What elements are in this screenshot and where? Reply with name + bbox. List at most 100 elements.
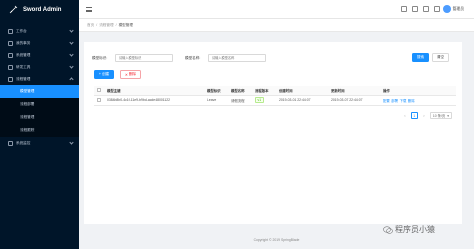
bell-icon[interactable] [434,6,440,12]
model-table: 模型主键 模型标识 模型名称 流程版本 创建时间 更新时间 操作 0384b8b… [94,86,456,106]
menu-toggle-icon[interactable] [86,7,92,12]
sidebar: Sword Admin 工作台 我的事务 系统管理 研发工具 流程管理 模型管理… [0,0,79,249]
reset-button-label: 清空 [436,55,445,59]
create-button-label: + 创建 [98,72,110,76]
tool-icon [8,64,13,70]
download-link[interactable]: 下载 [400,99,407,103]
select-all-header[interactable] [94,86,104,96]
model-id-cell: 0384b8b0-4c1f-11e9-b9bd-acde48001122 [104,95,204,106]
reset-button[interactable]: 清空 [432,53,449,62]
sidebar-item-label: 系统管理 [16,52,31,57]
create-button[interactable]: + 创建 [94,70,114,79]
setting-icon [8,52,13,58]
lock-icon[interactable] [401,6,407,12]
user-name: 管理员 [452,6,464,11]
trash-icon: ✕ [124,72,128,77]
page-size-select[interactable]: 10 条/页 ▾ [429,112,452,119]
breadcrumb-separator: / [115,23,117,27]
column-header: 操作 [380,86,456,96]
model-name-cell: 请假流程 [228,95,252,106]
breadcrumb-current: 模型管理 [118,22,133,27]
column-header: 更新时间 [328,86,380,96]
sidebar-item-label: 研发工具 [16,64,31,69]
sidebar-subitem-label: 流程部署 [20,102,35,106]
created-cell: 2019-03-01 22:44:07 [276,95,328,106]
sidebar-subitem-deploy[interactable]: 流程部署 [0,98,79,111]
chevron-down-icon [69,140,74,145]
select-all-checkbox[interactable] [97,87,101,92]
theme-icon[interactable] [423,6,429,12]
breadcrumb-parent[interactable]: 流程管理 [99,23,113,28]
chevron-up-icon [69,77,74,82]
actions-cell: 配置 部署 下载 删除 [380,95,456,106]
sidebar-item-workbench[interactable]: 工作台 [0,25,79,37]
model-name-input[interactable] [208,54,266,62]
search-button-label: 搜索 [416,55,425,59]
pagination: < 1 > 10 条/页 ▾ [402,112,452,119]
configure-link[interactable]: 配置 [383,99,390,103]
table-header-row: 模型主键 模型标识 模型名称 流程版本 创建时间 更新时间 操作 [94,86,456,96]
sidebar-item-affairs[interactable]: 我的事务 [0,37,79,49]
version-cell: v1 [252,95,276,106]
user-menu[interactable]: 管理员 [442,5,464,13]
page-number[interactable]: 1 [410,112,418,119]
monitor-icon [8,140,13,146]
watermark-text: 程序员小猿 [395,225,435,234]
row-checkbox[interactable] [97,97,101,102]
sidebar-subitem-label: 流程跟踪 [20,128,35,132]
sidebar-subitem-label: 流程管理 [20,115,35,119]
row-select-cell[interactable] [94,95,104,106]
prev-page-button[interactable]: < [402,114,408,118]
brand[interactable]: Sword Admin [0,0,79,19]
model-key-cell: Leave [204,95,228,106]
sidebar-item-system[interactable]: 系统管理 [0,49,79,61]
breadcrumb-separator: / [96,23,98,27]
search-button[interactable]: 搜索 [412,53,429,62]
chevron-down-icon: ▾ [447,113,449,118]
column-header: 模型标识 [204,86,228,96]
column-header: 模型主键 [104,86,204,96]
delete-link[interactable]: 删除 [408,99,415,103]
chevron-down-icon [69,52,74,57]
watermark: 程序员小猿 [383,224,435,235]
brand-title: Sword Admin [23,6,62,13]
column-header: 流程版本 [252,86,276,96]
delete-button-label: 删除 [128,72,137,76]
fullscreen-icon[interactable] [412,6,418,12]
column-header: 模型名称 [228,86,252,96]
table-row[interactable]: 0384b8b0-4c1f-11e9-b9bd-acde48001122 Lea… [94,95,456,106]
sidebar-item-monitor[interactable]: 系统监控 [0,137,79,149]
avatar[interactable] [442,5,451,13]
app: Sword Admin 工作台 我的事务 系统管理 研发工具 流程管理 模型管理… [0,0,474,249]
deploy-link[interactable]: 部署 [391,99,398,103]
chevron-down-icon [69,40,74,45]
sword-icon [9,5,18,14]
sidebar-item-label: 流程管理 [16,76,31,81]
sidebar-subitem-label: 模型管理 [20,89,35,93]
inbox-icon [8,40,13,46]
sidebar-item-label: 工作台 [16,28,27,33]
copyright-text: Copyright © 2019 SpringBlade [253,238,300,242]
sidebar-subitem-track[interactable]: 流程跟踪 [0,124,79,137]
header-tools [401,6,440,12]
delete-button[interactable]: ✕ 删除 [120,70,141,79]
breadcrumb: 首页 / 流程管理 / 模型管理 [79,19,474,32]
chevron-down-icon [69,28,74,33]
next-page-button[interactable]: > [421,114,427,118]
model-key-label: 模型标识: [92,56,108,60]
sidebar-subitem-manage[interactable]: 流程管理 [0,111,79,124]
model-panel: 模型标识: 模型名称: 搜索 清空 + 创建 ✕ 删除 模型主键 模型标识 模型… [84,42,462,224]
updated-cell: 2019-03-07 22:44:07 [328,95,380,106]
wechat-icon [383,225,393,234]
footer: Copyright © 2019 SpringBlade [79,238,474,242]
model-name-label: 模型名称: [185,56,201,60]
sidebar-item-flow[interactable]: 流程管理 [0,73,79,85]
sidebar-item-label: 系统监控 [16,140,31,145]
sidebar-subitem-model[interactable]: 模型管理 [0,85,79,98]
chevron-down-icon [69,64,74,69]
breadcrumb-home[interactable]: 首页 [87,23,94,28]
page-size-value: 10 条/页 [432,114,446,118]
column-header: 创建时间 [276,86,328,96]
sidebar-item-devtools[interactable]: 研发工具 [0,61,79,73]
model-key-input[interactable] [115,54,173,62]
